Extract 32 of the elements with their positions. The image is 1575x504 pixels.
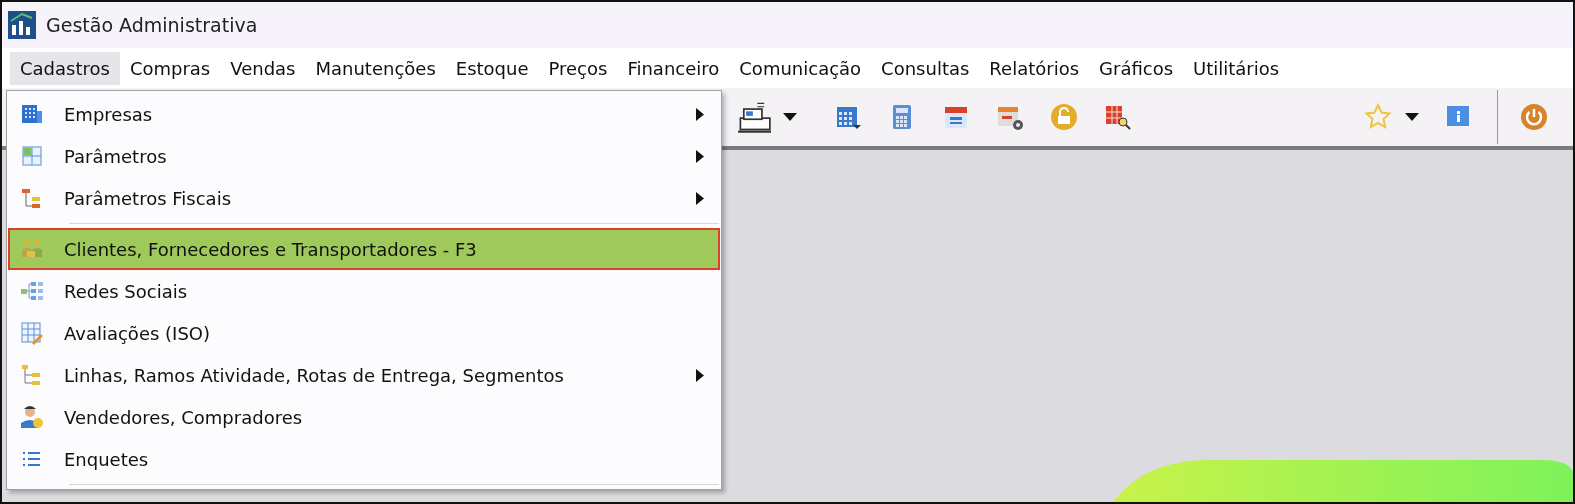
power-icon[interactable] [1519,102,1549,132]
network-icon [20,279,44,303]
spreadsheet-pencil-icon [20,321,44,345]
menu-item[interactable]: Utilitários [1183,51,1290,85]
menu-item[interactable]: Compras [119,51,221,85]
menu-item[interactable]: Vendedores, Compradores [8,396,720,438]
menu-item[interactable]: Avaliações (ISO) [8,312,720,354]
menu-item[interactable]: Manutenções [305,51,446,85]
menu-item[interactable]: Preços [538,51,618,85]
padlock-icon[interactable] [1049,102,1080,132]
grid-icon [20,144,44,168]
menu-item[interactable]: Consultas [871,51,980,85]
app-logo-icon [8,11,36,39]
menu-item[interactable]: Parâmetros Fiscais [8,177,720,219]
menu-item[interactable]: Financeiro [617,51,730,85]
menu-item[interactable]: Enquetes [8,438,720,480]
menu-item[interactable]: Vendas [220,51,306,85]
cash-register-icon[interactable] [737,100,771,134]
menu-item[interactable]: Redes Sociais [8,270,720,312]
menu-item[interactable]: Linhas, Ramos Atividade, Rotas de Entrega, Segmentos [8,354,720,396]
person-coin-icon [20,405,44,429]
menu-item[interactable]: Relatórios [979,51,1090,85]
menu-item[interactable]: Comunicação [729,51,872,85]
menu-item[interactable]: Gráficos [1089,51,1184,85]
star-icon[interactable] [1362,102,1393,132]
menu-item[interactable]: Clientes, Fornecedores e Transportadores - F3 [8,228,720,270]
menu-item[interactable]: Estoque [445,51,539,85]
menu-item[interactable]: Cadastros [10,51,120,85]
building-icon [20,102,44,126]
menu-item[interactable]: Parâmetros [8,135,720,177]
menu-item[interactable]: Empresas [8,93,720,135]
window-title: Gestão Administrativa [46,14,258,36]
